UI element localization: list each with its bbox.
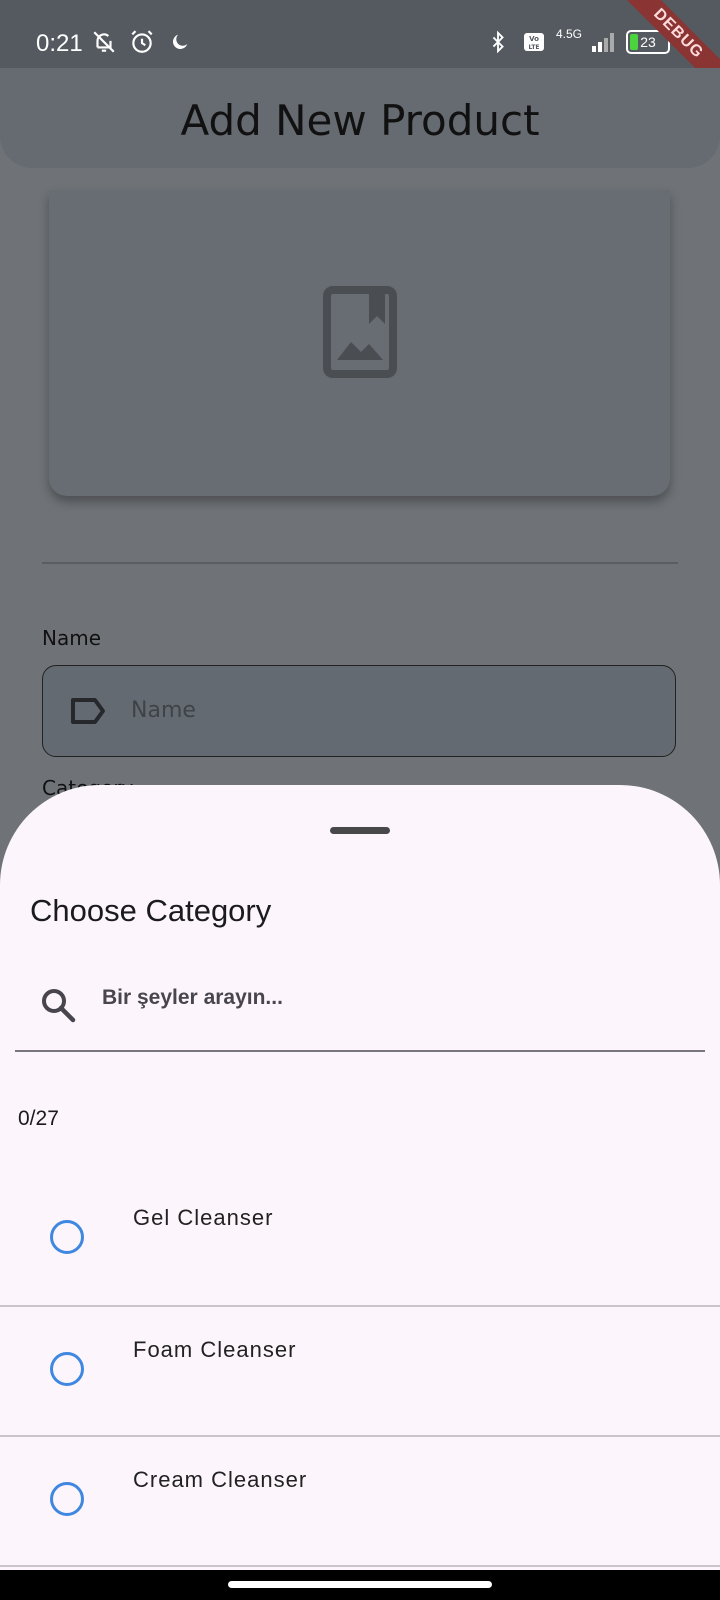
status-bar: 0:21 Vo LTE 4.5G 23 DEBUG — [0, 0, 720, 100]
sheet-title: Choose Category — [30, 893, 272, 928]
battery-level: 23 — [640, 34, 656, 50]
drag-handle[interactable] — [330, 827, 390, 834]
list-item[interactable]: Cream Cleanser — [0, 1437, 720, 1567]
radio-unchecked-icon[interactable] — [50, 1220, 84, 1254]
image-picker-card[interactable] — [49, 190, 670, 496]
bell-off-icon — [90, 28, 118, 56]
search-underline — [15, 1050, 705, 1052]
tag-icon — [71, 698, 105, 724]
section-divider — [42, 562, 678, 564]
volte-icon: Vo LTE — [520, 28, 548, 56]
list-item[interactable]: Foam Cleanser — [0, 1307, 720, 1437]
bluetooth-icon — [484, 28, 512, 56]
system-nav-bar — [0, 1570, 720, 1600]
name-label: Name — [42, 626, 102, 650]
app-bar: Add New Product — [0, 68, 720, 168]
home-gesture-handle[interactable] — [228, 1581, 492, 1588]
list-item-label: Gel Cleanser — [133, 1205, 274, 1230]
signal-icon — [590, 28, 618, 56]
name-field[interactable]: Name — [42, 665, 676, 757]
moon-icon — [166, 28, 194, 56]
list-item-label: Foam Cleanser — [133, 1337, 297, 1362]
search-icon — [42, 989, 76, 1023]
radio-unchecked-icon[interactable] — [50, 1352, 84, 1386]
list-item[interactable]: Gel Cleanser — [0, 1175, 720, 1307]
svg-text:LTE: LTE — [528, 44, 539, 51]
battery-fill — [630, 34, 638, 50]
search-input[interactable] — [102, 978, 662, 1018]
status-right-icons: Vo LTE 4.5G 23 — [484, 27, 670, 56]
network-type: 4.5G — [555, 27, 582, 41]
radio-unchecked-icon[interactable] — [50, 1482, 84, 1516]
image-placeholder-icon — [323, 286, 397, 378]
selection-count: 0/27 — [18, 1107, 59, 1130]
category-list: Gel Cleanser Foam Cleanser Cream Cleanse… — [0, 1175, 720, 1567]
status-time: 0:21 — [36, 30, 83, 57]
status-left-icons — [90, 28, 194, 56]
page-title: Add New Product — [180, 96, 540, 145]
svg-text:Vo: Vo — [529, 35, 539, 43]
alarm-icon — [128, 28, 156, 56]
name-placeholder: Name — [131, 698, 196, 723]
category-bottom-sheet: Choose Category 0/27 Gel Cleanser Foam C… — [0, 785, 720, 1600]
list-item-label: Cream Cleanser — [133, 1467, 308, 1492]
